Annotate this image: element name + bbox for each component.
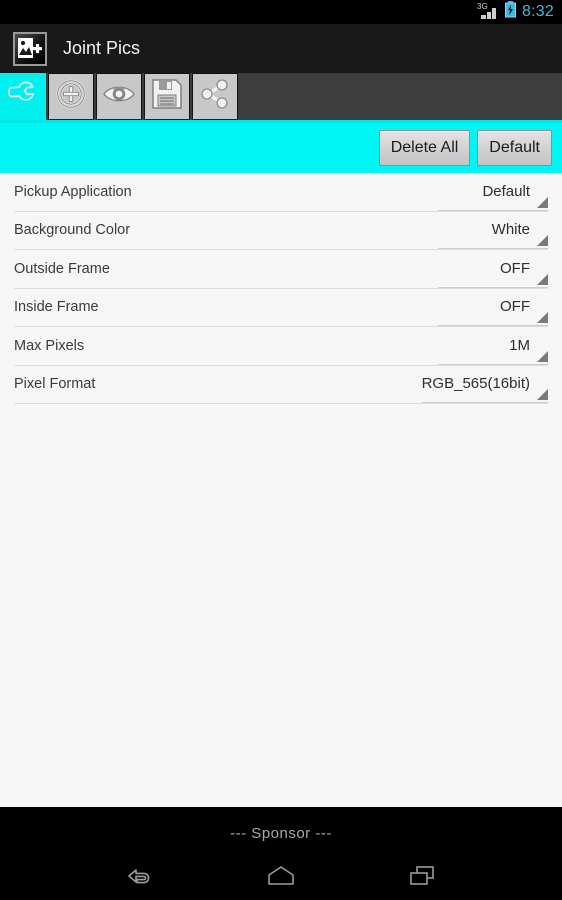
spinner-value: White xyxy=(491,221,530,239)
setting-row-max-pixels[interactable]: Max Pixels 1M xyxy=(14,327,548,366)
wrench-icon xyxy=(6,77,40,116)
chevron-down-icon xyxy=(537,389,548,401)
setting-row-outside-frame[interactable]: Outside Frame OFF xyxy=(14,250,548,289)
status-bar-clock: 8:32 xyxy=(522,3,554,20)
spinner-value: Default xyxy=(482,182,530,200)
action-band: Delete All Default xyxy=(0,123,562,173)
spinner-max-pixels[interactable]: 1M xyxy=(438,327,548,365)
chevron-down-icon xyxy=(537,235,548,247)
chevron-down-icon xyxy=(537,350,548,362)
spinner-pickup-application[interactable]: Default xyxy=(438,173,548,211)
title-bar: Joint Pics xyxy=(0,24,562,73)
setting-label: Max Pixels xyxy=(14,337,85,354)
home-icon[interactable] xyxy=(253,856,309,896)
status-bar-icons: 3G 8:32 xyxy=(477,1,554,23)
eye-icon xyxy=(101,79,137,114)
share-nodes-icon xyxy=(199,78,231,115)
status-bar: 3G 8:32 xyxy=(0,0,562,24)
chevron-down-icon xyxy=(537,312,548,324)
tab-save[interactable] xyxy=(144,73,190,120)
delete-all-button[interactable]: Delete All xyxy=(378,130,471,166)
chevron-down-icon xyxy=(537,196,548,208)
android-navigation-bar xyxy=(0,852,562,900)
sponsor-label: --- Sponsor --- xyxy=(230,825,332,842)
network-type-label: 3G xyxy=(477,2,488,11)
spinner-value: RGB_565(16bit) xyxy=(421,375,530,393)
settings-list: Pickup Application Default Background Co… xyxy=(0,173,562,404)
tab-settings[interactable] xyxy=(0,73,46,120)
settings-content: Pickup Application Default Background Co… xyxy=(0,173,562,807)
tab-preview[interactable] xyxy=(96,73,142,120)
spinner-pixel-format[interactable]: RGB_565(16bit) xyxy=(421,365,548,404)
spinner-value: OFF xyxy=(500,298,530,316)
setting-label: Background Color xyxy=(14,222,131,239)
default-button[interactable]: Default xyxy=(477,130,552,166)
chevron-down-icon xyxy=(537,273,548,285)
photo-add-icon xyxy=(13,31,47,66)
spinner-inside-frame[interactable]: OFF xyxy=(438,288,548,327)
recents-icon[interactable] xyxy=(394,856,450,896)
tab-pickup[interactable] xyxy=(48,73,94,120)
spinner-value: 1M xyxy=(509,336,530,354)
setting-row-background-color[interactable]: Background Color White xyxy=(14,211,548,250)
setting-label: Inside Frame xyxy=(14,299,99,316)
target-plus-icon xyxy=(54,77,88,116)
battery-charging-icon xyxy=(505,1,517,23)
floppy-disk-icon xyxy=(151,78,183,115)
tab-bar xyxy=(0,73,562,123)
setting-row-inside-frame[interactable]: Inside Frame OFF xyxy=(14,288,548,327)
spinner-background-color[interactable]: White xyxy=(438,211,548,250)
spinner-value: OFF xyxy=(500,259,530,277)
signal-bars-icon: 3G xyxy=(477,2,499,20)
setting-label: Outside Frame xyxy=(14,260,110,277)
back-arrow-icon[interactable] xyxy=(112,856,168,896)
spinner-outside-frame[interactable]: OFF xyxy=(438,250,548,288)
tab-share[interactable] xyxy=(192,73,238,120)
setting-row-pickup-application[interactable]: Pickup Application Default xyxy=(14,173,548,212)
page-title: Joint Pics xyxy=(63,38,141,58)
setting-label: Pickup Application xyxy=(14,183,132,200)
setting-label: Pixel Format xyxy=(14,376,96,393)
setting-row-pixel-format[interactable]: Pixel Format RGB_565(16bit) xyxy=(14,365,548,404)
